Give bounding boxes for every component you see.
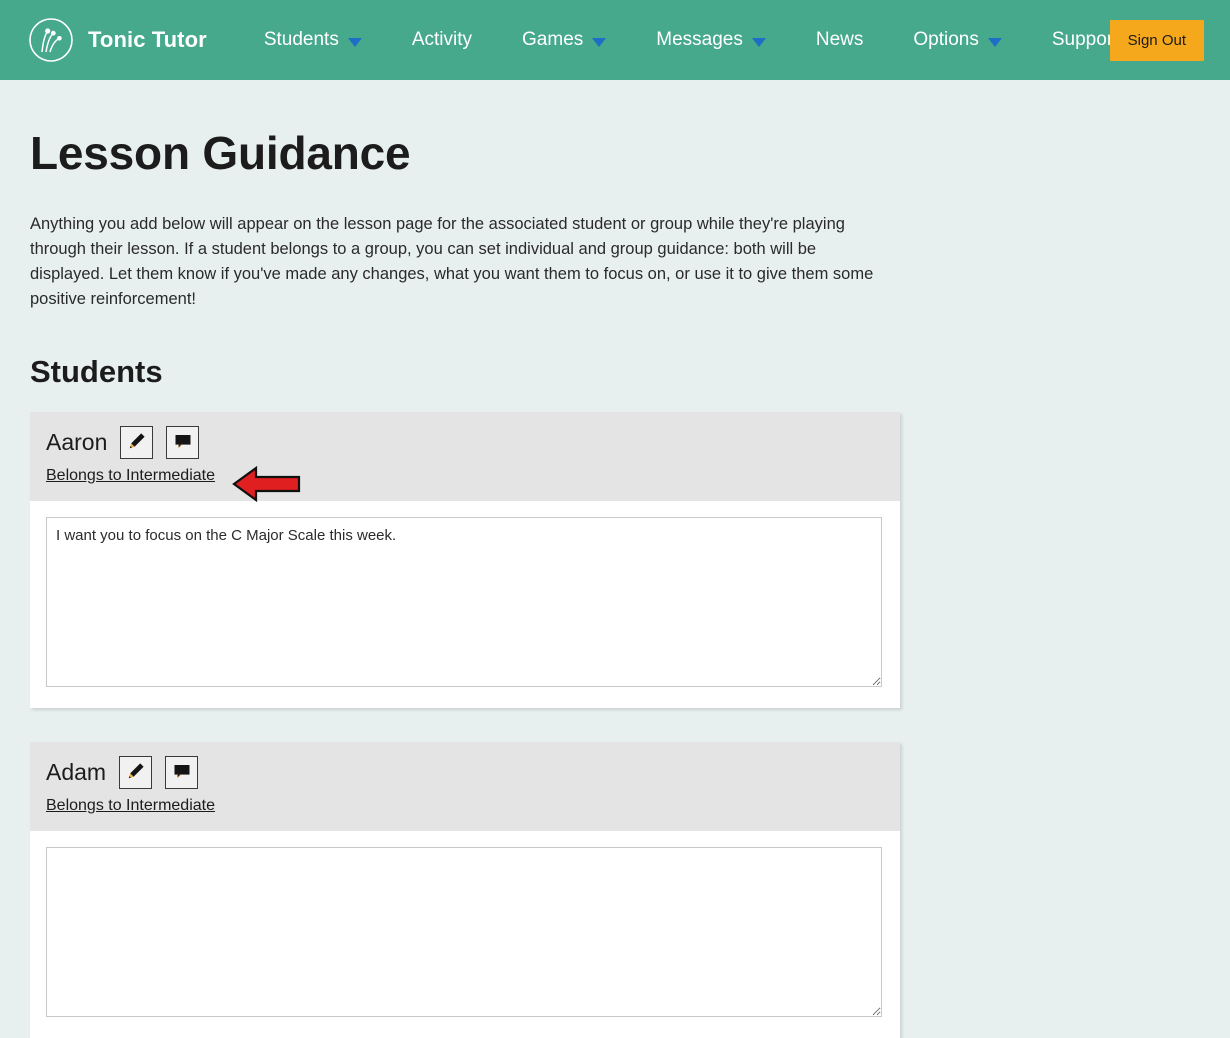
nav-item-label: Options [913, 29, 979, 50]
speech-bubble-icon [173, 431, 193, 454]
student-name: Aaron [46, 429, 108, 455]
nav-item-label: News [815, 29, 864, 50]
sign-out-button[interactable]: Sign Out [1109, 20, 1204, 61]
student-card-list: Aaron Belongs to Intermediate I want you… [30, 412, 1200, 1038]
page-intro-text: Anything you add below will appear on th… [30, 215, 874, 308]
nav-item-activity[interactable]: Activity [387, 0, 497, 80]
section-title-students: Students [30, 354, 163, 389]
guidance-textarea[interactable] [46, 847, 882, 1017]
student-card-header: Aaron Belongs to Intermediate [30, 412, 900, 503]
student-name: Adam [46, 759, 107, 785]
message-student-button[interactable] [165, 756, 199, 789]
guidance-textarea[interactable] [46, 517, 882, 687]
nav-item-options[interactable]: Options [888, 0, 1026, 80]
message-student-button[interactable] [166, 426, 200, 459]
brand-home-link[interactable]: Tonic Tutor [28, 17, 207, 63]
nav-item-label: Support [1051, 29, 1119, 50]
chevron-down-icon [592, 37, 607, 47]
chevron-down-icon [987, 37, 1002, 47]
speech-bubble-icon [172, 761, 192, 784]
student-card-body [30, 501, 900, 708]
nav-item-news[interactable]: News [791, 0, 889, 80]
pencil-icon [127, 431, 147, 454]
student-card-body [30, 831, 900, 1038]
nav-item-label: Students [263, 29, 339, 50]
brand-name: Tonic Tutor [88, 27, 207, 52]
belongs-to-group-link[interactable]: Belongs to Intermediate [46, 467, 215, 485]
nav-item-label: Games [522, 29, 584, 50]
chevron-down-icon [347, 37, 362, 47]
nav-item-students[interactable]: Students [239, 0, 387, 80]
page-title: Lesson Guidance [30, 127, 411, 179]
student-card-header: Adam Belongs to Intermediate [30, 742, 900, 831]
chevron-down-icon [751, 37, 766, 47]
pencil-icon [126, 761, 146, 784]
student-name-row: Adam [46, 756, 884, 789]
nav-item-label: Messages [656, 29, 743, 50]
nav-item-label: Activity [411, 29, 473, 50]
student-name-row: Aaron [46, 426, 884, 459]
student-group-row: Belongs to Intermediate [46, 465, 884, 503]
nav-item-list: Students Activity Games Messages News Op… [239, 0, 1167, 80]
edit-student-button[interactable] [119, 756, 153, 789]
top-navigation-bar: Tonic Tutor Students Activity Games Mess… [0, 0, 1230, 80]
edit-student-button[interactable] [120, 426, 154, 459]
red-arrow-annotation-icon [230, 463, 302, 510]
student-card: Adam Belongs to Intermediate [30, 742, 900, 1038]
page-content: Lesson Guidance Anything you add below w… [0, 126, 1230, 1038]
nav-item-games[interactable]: Games [497, 0, 631, 80]
tonic-tutor-circle-logo-icon [28, 17, 74, 63]
nav-item-messages[interactable]: Messages [631, 0, 791, 80]
student-card: Aaron Belongs to Intermediate I want you… [30, 412, 900, 708]
